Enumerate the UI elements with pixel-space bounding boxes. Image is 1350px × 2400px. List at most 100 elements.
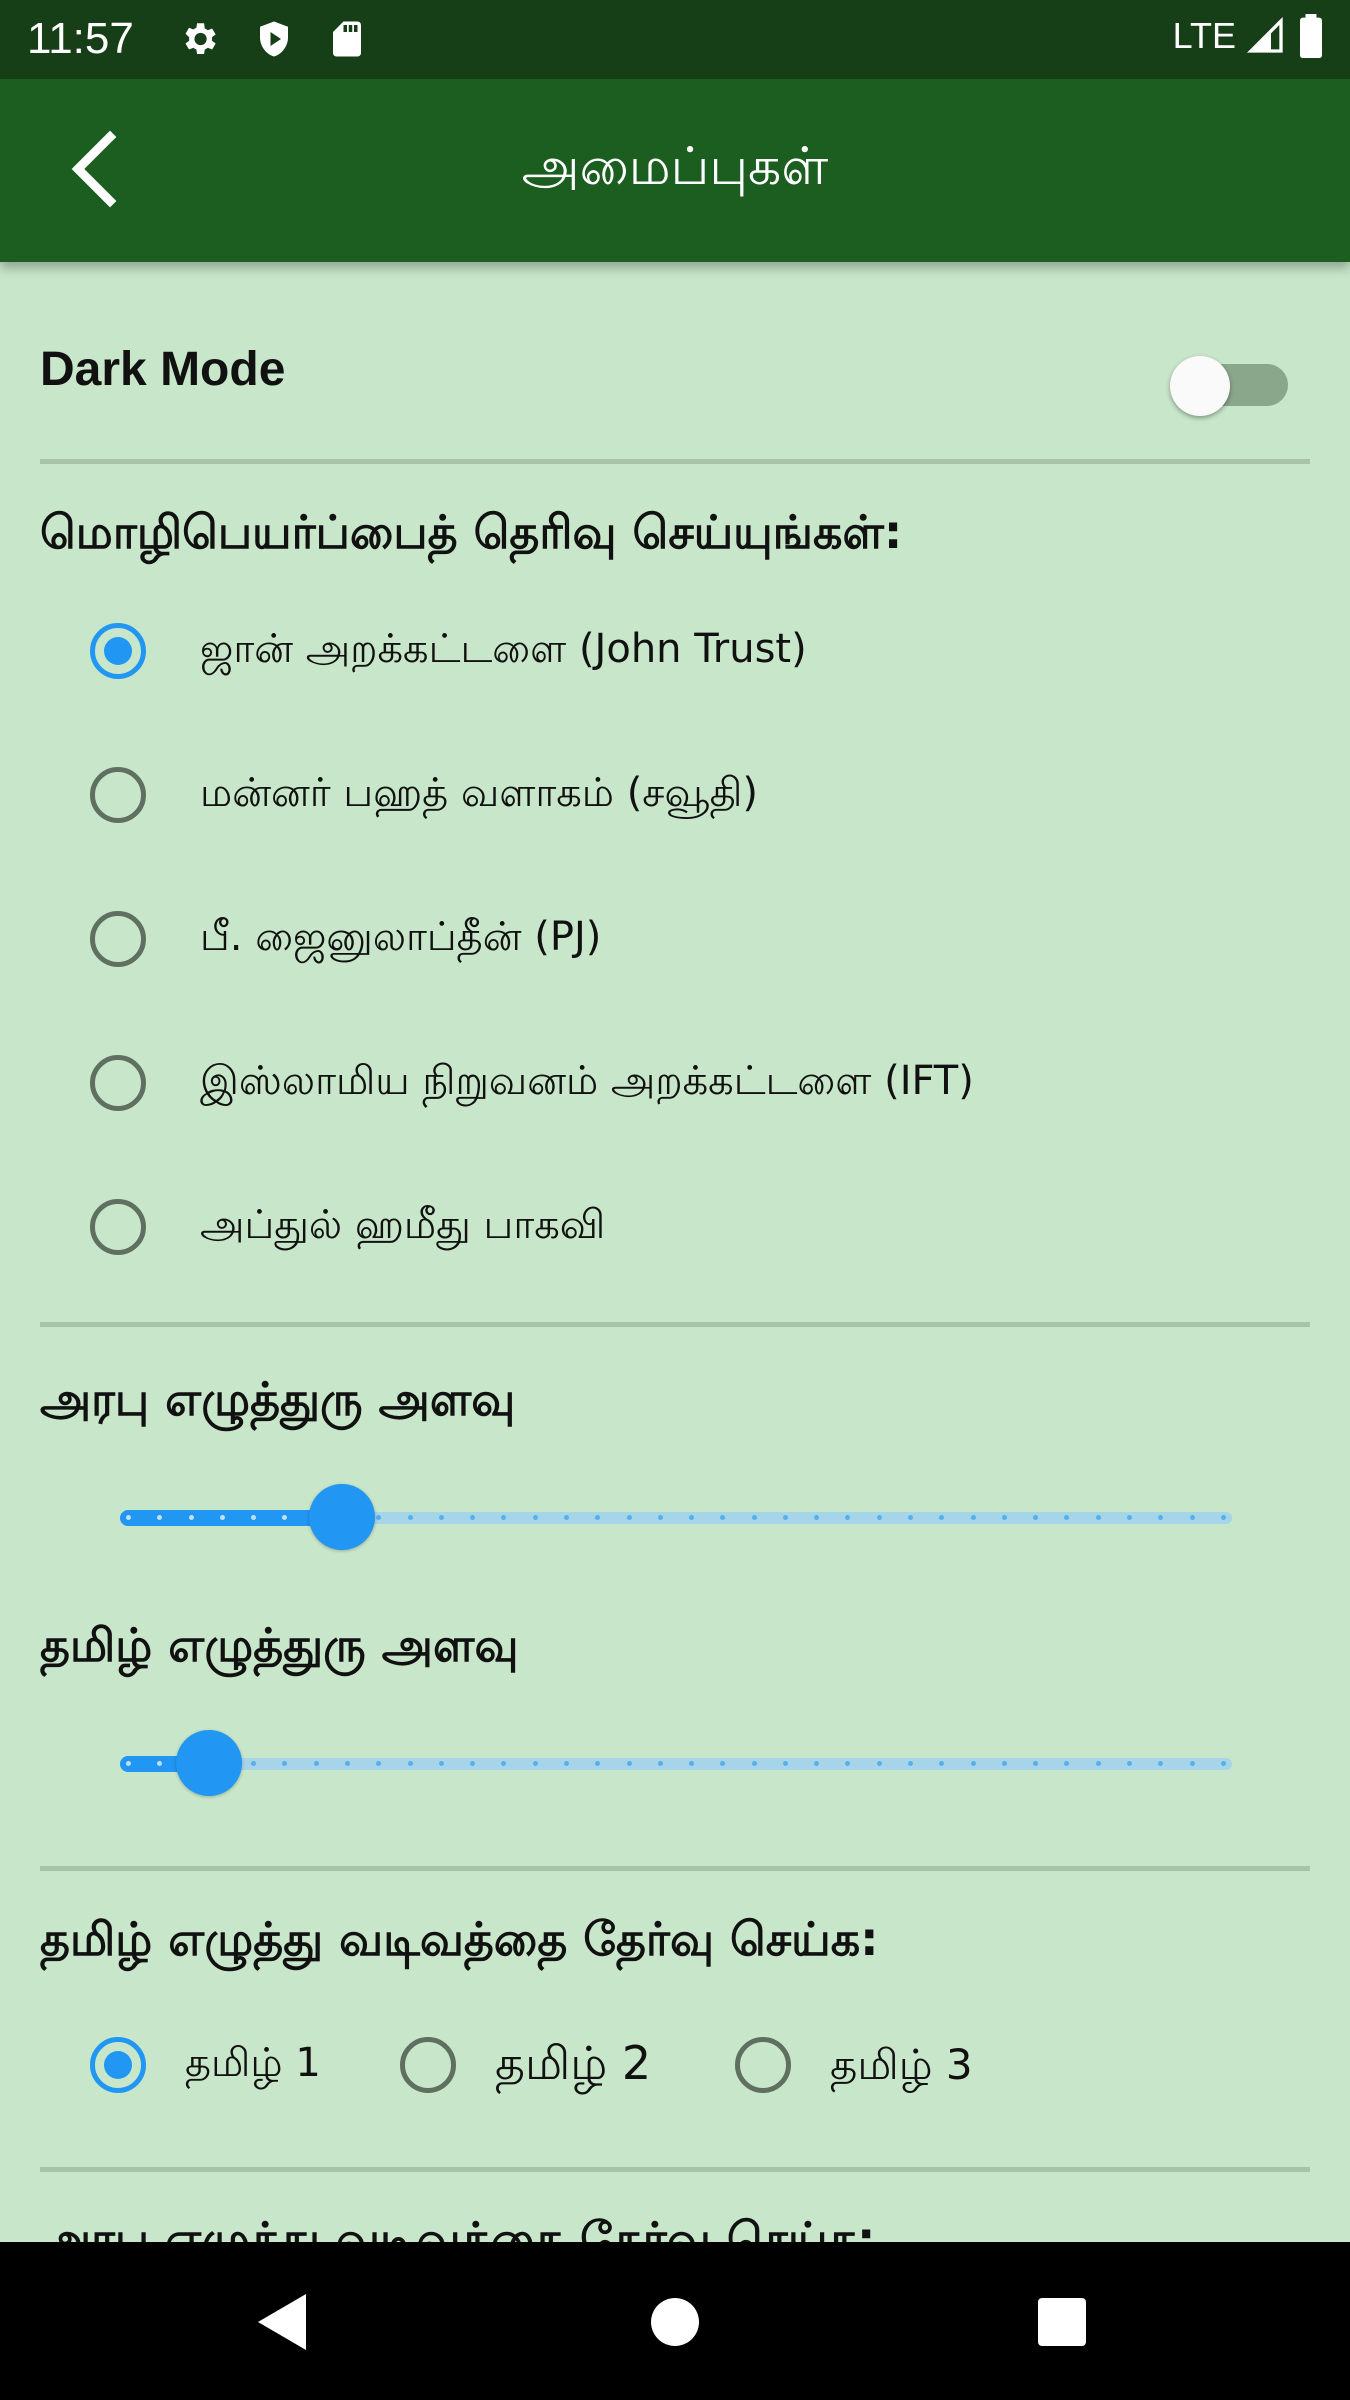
dark-mode-label: Dark Mode [40,343,286,396]
slider-tick [1095,1515,1101,1520]
slider-tick [563,1515,569,1520]
radio-button[interactable] [400,2037,456,2093]
slider-tick [438,1515,444,1520]
tamil-font-option-label: தமிழ் 2 [495,2036,652,2090]
slider-tick [501,1761,507,1766]
arabic-font-style-title: அரபு எழுத்து வடிவத்தை தேர்வு செய்க: [40,2212,876,2242]
slider-tick [251,1761,257,1766]
status-right: LTE [1173,14,1326,58]
network-type: LTE [1172,15,1236,56]
status-bar: 11:57 LTE [0,0,1350,79]
arabic-font-size-slider[interactable] [120,1482,1232,1552]
slider-tick [251,1515,257,1520]
translation-option-label: பீ. ஜைனுலாப்தீன் (PJ) [200,914,602,960]
signal-icon [1246,16,1283,53]
slider-tick [782,1761,788,1766]
slider-tick [939,1515,945,1520]
slider-tick [1064,1761,1070,1766]
slider-tick [376,1761,382,1766]
shield-icon [260,21,288,57]
radio-button[interactable] [90,623,146,679]
slider-tick [532,1515,538,1520]
slider-ticks [126,1515,1226,1521]
slider-tick [970,1761,976,1766]
slider-tick [470,1515,476,1520]
slider-tick [188,1515,194,1520]
slider-tick [532,1761,538,1766]
slider-tick [1064,1515,1070,1520]
radio-button[interactable] [90,1199,146,1255]
slider-tick [689,1515,695,1520]
translation-option-label: மன்னர் பஹத் வளாகம் (சவூதி) [200,770,758,816]
dark-mode-toggle[interactable] [1150,342,1310,416]
gear-icon [185,23,216,55]
slider-tick [970,1515,976,1520]
slider-tick [126,1515,131,1520]
slider-tick [751,1515,757,1520]
slider-tick [814,1761,820,1766]
slider-tick [282,1761,288,1766]
slider-tick [657,1761,663,1766]
slider-tick [1220,1761,1226,1766]
slider-tick [782,1515,788,1520]
slider-tick [157,1761,163,1766]
slider-tick [438,1761,444,1766]
slider-tick [1127,1761,1132,1766]
slider-tick [595,1515,601,1520]
slider-tick [1127,1515,1132,1520]
slider-tick [876,1515,882,1520]
slider-tick [282,1515,288,1520]
tamil-font-size-slider[interactable] [120,1728,1232,1798]
toggle-thumb [1170,356,1230,416]
divider [40,459,1310,464]
slider-tick [689,1761,695,1766]
slider-tick [313,1761,319,1766]
slider-tick [939,1761,945,1766]
tamil-font-style-title: தமிழ் எழுத்து வடிவத்தை தேர்வு செய்க: [40,1912,879,1966]
app-bar: அமைப்புகள் [0,79,1350,262]
slider-tick [908,1761,914,1766]
translation-option-label: ஜான் அறக்கட்டளை (John Trust) [200,626,807,672]
slider-tick [626,1761,632,1766]
slider-tick [126,1761,131,1766]
sd-card-icon [333,21,361,57]
tamil-font-style-options: தமிழ் 1 தமிழ் 2 தமிழ் 3 [85,2020,1285,2110]
slider-thumb[interactable] [175,1730,242,1796]
slider-tick [344,1761,350,1766]
slider-tick [595,1761,601,1766]
slider-tick [1220,1515,1226,1520]
system-nav-bar [0,2242,1350,2400]
radio-button[interactable] [90,767,146,823]
slider-tick [720,1761,726,1766]
tamil-font-option-label: தமிழ் 1 [185,2040,321,2086]
slider-tick [407,1761,413,1766]
radio-button[interactable] [90,1055,146,1111]
radio-button[interactable] [90,2037,146,2093]
slider-tick [1158,1761,1164,1766]
slider-tick [1033,1515,1039,1520]
slider-tick [1095,1761,1101,1766]
radio-button[interactable] [735,2037,791,2093]
slider-tick [814,1515,820,1520]
back-triangle-icon[interactable] [242,2282,322,2362]
slider-tick [1189,1515,1195,1520]
recents-square-icon[interactable] [1022,2282,1102,2362]
slider-tick [908,1515,914,1520]
radio-button[interactable] [90,911,146,967]
slider-tick [1189,1761,1195,1766]
slider-tick [1001,1761,1007,1766]
divider [40,1322,1310,1327]
slider-tick [845,1515,851,1520]
translation-section-title: மொழிபெயர்ப்பைத் தெரிவு செய்யுங்கள்: [40,505,903,559]
home-circle-icon[interactable] [635,2282,715,2362]
settings-content[interactable]: Dark Mode மொழிபெயர்ப்பைத் தெரிவு செய்யுங… [0,262,1350,2242]
slider-tick [1158,1515,1164,1520]
divider [40,2167,1310,2172]
page-title: அமைப்புகள் [521,137,829,197]
slider-thumb[interactable] [309,1484,376,1550]
slider-ticks [126,1761,1226,1767]
slider-tick [470,1761,476,1766]
slider-tick [157,1515,163,1520]
status-time: 11:57 [27,14,134,63]
divider [40,1866,1310,1871]
